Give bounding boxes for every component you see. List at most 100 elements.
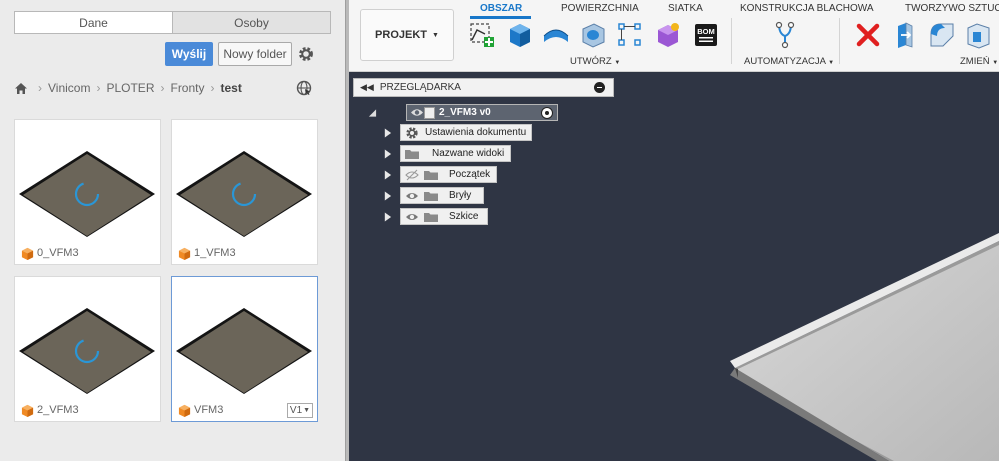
- extrude-box-icon[interactable]: [504, 20, 534, 50]
- group-automate-label: AUTOMATYZACJA: [744, 56, 826, 67]
- version-dropdown[interactable]: V1 ▼: [287, 403, 313, 418]
- expand-triangle-icon[interactable]: [383, 128, 392, 138]
- ribbon-toolbar: PROJEKT ▼ OBSZAR POWIERZCHNIA SIATKA KON…: [349, 0, 999, 72]
- insert-component-icon[interactable]: [653, 20, 683, 50]
- tree-node-ustawienia-dokumentu[interactable]: Ustawienia dokumentu: [400, 124, 532, 141]
- data-panel: Dane Osoby Wyślij Nowy folder › Vinicom …: [0, 0, 345, 461]
- caret-down-icon: ▼: [614, 60, 621, 66]
- hole-icon[interactable]: [578, 20, 608, 50]
- breadcrumb-separator: ›: [38, 81, 42, 95]
- tree-node-nazwane-widoki[interactable]: Nazwane widoki: [400, 145, 511, 162]
- file-name: VFM3: [194, 404, 224, 416]
- tab-powierzchnia[interactable]: POWIERZCHNIA: [561, 3, 639, 14]
- new-folder-button[interactable]: Nowy folder: [218, 42, 292, 66]
- caret-down-icon: ▼: [992, 60, 999, 66]
- collapse-triangle-icon[interactable]: [368, 108, 377, 118]
- design-cube-icon: [178, 247, 191, 260]
- globe-icon[interactable]: [296, 80, 312, 96]
- breadcrumb-item-ploter[interactable]: PLOTER: [106, 81, 154, 95]
- delete-icon[interactable]: [853, 20, 883, 50]
- file-name: 1_VFM3: [194, 247, 236, 259]
- press-pull-icon[interactable]: [890, 20, 920, 50]
- document-icon: [424, 106, 435, 119]
- tree-node-poczatek[interactable]: Początek: [400, 166, 497, 183]
- revolve-icon[interactable]: [541, 20, 571, 50]
- tree-node-label: Nazwane widoki: [432, 148, 505, 159]
- home-icon[interactable]: [14, 82, 28, 95]
- tree-node-label: Szkice: [449, 211, 479, 222]
- gear-icon[interactable]: [297, 45, 315, 63]
- tree-node-label: Bryły: [449, 190, 472, 201]
- design-cube-icon: [178, 404, 191, 417]
- breadcrumb-separator: ›: [210, 81, 215, 95]
- tab-obszar[interactable]: OBSZAR: [480, 3, 522, 14]
- browser-panel-header[interactable]: ◀◀ PRZEGLĄDARKA: [353, 78, 614, 97]
- upload-button[interactable]: Wyślij: [165, 42, 213, 66]
- group-divider: [731, 18, 732, 64]
- folder-icon: [424, 212, 438, 222]
- expand-triangle-icon[interactable]: [383, 149, 392, 159]
- gear-icon: [406, 126, 418, 139]
- tab-tworzywo-sztuczne[interactable]: TWORZYWO SZTUCZ: [905, 3, 999, 14]
- create-sketch-icon[interactable]: [467, 20, 497, 50]
- visibility-eye-icon[interactable]: [410, 107, 424, 118]
- 3d-viewport[interactable]: ◀◀ PRZEGLĄDARKA 2_VFM3 v0 Ustawienia dok…: [349, 73, 999, 461]
- version-label: V1: [289, 405, 303, 416]
- folder-icon: [405, 149, 419, 159]
- visibility-eye-icon[interactable]: [404, 210, 420, 224]
- group-divider: [839, 18, 840, 64]
- breadcrumb-item-test: test: [220, 81, 242, 95]
- breadcrumb-separator: ›: [96, 81, 101, 95]
- bom-icon[interactable]: BOM: [691, 20, 721, 50]
- tab-osoby[interactable]: Osoby: [172, 12, 330, 33]
- breadcrumb-item-fronty[interactable]: Fronty: [170, 81, 204, 95]
- fillet-icon[interactable]: [927, 20, 957, 50]
- pattern-icon[interactable]: [615, 20, 645, 50]
- group-automate[interactable]: AUTOMATYZACJA ▼: [744, 56, 834, 67]
- shell-icon[interactable]: [963, 20, 993, 50]
- caret-down-icon: ▼: [828, 60, 835, 66]
- file-card-1-vfm3[interactable]: 1_VFM3: [171, 119, 318, 265]
- expand-triangle-icon[interactable]: [383, 191, 392, 201]
- group-modify-label: ZMIEŃ: [960, 56, 990, 67]
- file-card-0-vfm3[interactable]: 0_VFM3: [14, 119, 161, 265]
- file-card-2-vfm3[interactable]: 2_VFM3: [14, 276, 161, 422]
- collapse-panel-icon[interactable]: ◀◀: [360, 82, 374, 93]
- automate-icon[interactable]: [770, 20, 800, 50]
- design-cube-icon: [21, 247, 34, 260]
- bom-label: BOM: [697, 27, 715, 36]
- breadcrumb-item-vinicom[interactable]: Vinicom: [48, 81, 90, 95]
- breadcrumb-separator: ›: [160, 81, 165, 95]
- tree-node-szkice[interactable]: Szkice: [400, 208, 488, 225]
- file-name: 2_VFM3: [37, 404, 79, 416]
- design-thumbnail: [19, 308, 155, 394]
- tab-konstrukcja-blachowa[interactable]: KONSTRUKCJA BLACHOWA: [740, 3, 874, 14]
- tab-siatka[interactable]: SIATKA: [668, 3, 703, 14]
- folder-icon: [424, 191, 438, 201]
- tree-root-label: 2_VFM3 v0: [439, 107, 491, 118]
- data-panel-tabs: Dane Osoby: [14, 11, 331, 34]
- group-create[interactable]: UTWÓRZ ▼: [570, 56, 620, 67]
- tree-node-label: Ustawienia dokumentu: [425, 127, 527, 138]
- project-menu-button[interactable]: PROJEKT ▼: [360, 9, 454, 61]
- file-card-vfm3[interactable]: VFM3 V1 ▼: [171, 276, 318, 422]
- group-modify[interactable]: ZMIEŃ ▼: [960, 56, 998, 67]
- chevron-down-icon: ▼: [303, 407, 311, 414]
- expand-triangle-icon[interactable]: [383, 212, 392, 222]
- minimize-panel-icon[interactable]: [594, 82, 605, 93]
- tree-node-bryly[interactable]: Bryły: [400, 187, 484, 204]
- breadcrumb: › Vinicom › PLOTER › Fronty › test: [14, 80, 242, 96]
- design-thumbnail: [176, 308, 312, 394]
- file-name: 0_VFM3: [37, 247, 79, 259]
- expand-triangle-icon[interactable]: [383, 170, 392, 180]
- tree-node-label: Początek: [449, 169, 491, 180]
- design-cube-icon: [21, 404, 34, 417]
- caret-down-icon: ▼: [432, 31, 439, 39]
- active-radio-icon[interactable]: [541, 107, 553, 119]
- tree-root-document[interactable]: 2_VFM3 v0: [406, 104, 558, 121]
- tab-dane[interactable]: Dane: [15, 12, 172, 33]
- hidden-eye-icon[interactable]: [404, 168, 420, 182]
- project-label: PROJEKT: [375, 29, 428, 41]
- visibility-eye-icon[interactable]: [404, 189, 420, 203]
- folder-icon: [424, 170, 438, 180]
